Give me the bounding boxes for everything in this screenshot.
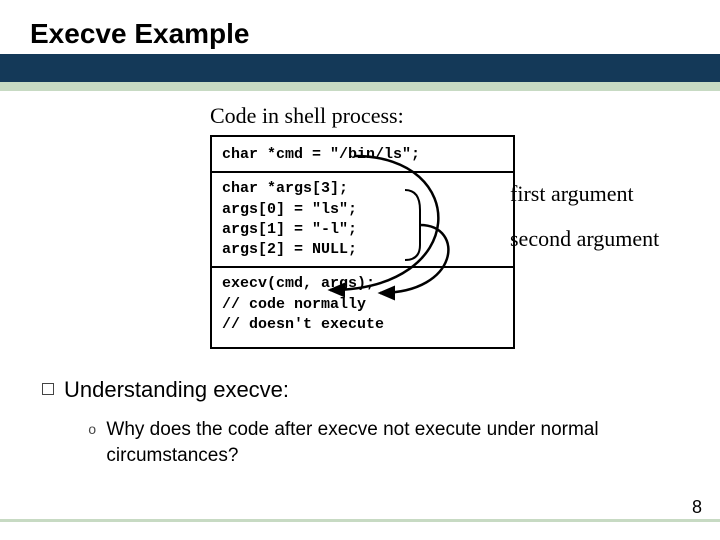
footer-bar [0, 519, 720, 522]
understanding-label: Understanding execve: [64, 377, 289, 403]
header-bar-light [0, 82, 720, 91]
codebox-wrap: char *cmd = "/bin/ls"; char *args[3]; ar… [210, 135, 515, 349]
title-area: Execve Example [0, 0, 720, 54]
slide-title: Execve Example [30, 18, 720, 50]
code-separator-2 [212, 266, 513, 268]
page-number: 8 [692, 497, 702, 518]
code-line-cmd: char *cmd = "/bin/ls"; [222, 145, 503, 165]
sub-question-text: Why does the code after execve not execu… [106, 417, 688, 468]
circle-bullet-icon: o [88, 423, 96, 439]
code-separator-1 [212, 171, 513, 173]
sub-bullet-question: o Why does the code after execve not exe… [88, 417, 688, 468]
slide: Execve Example Code in shell process: ch… [0, 0, 720, 540]
code-block-exec: execv(cmd, args); // code normally // do… [222, 274, 503, 335]
code-caption: Code in shell process: [210, 103, 690, 129]
code-box: char *cmd = "/bin/ls"; char *args[3]; ar… [210, 135, 515, 349]
header-bar-dark [0, 54, 720, 82]
annotation-second-argument: second argument [510, 226, 659, 252]
square-bullet-icon [42, 383, 54, 395]
code-block-args: char *args[3]; args[0] = "ls"; args[1] =… [222, 179, 503, 260]
annotation-first-argument: first argument [510, 181, 634, 207]
bullet-understanding: Understanding execve: [42, 377, 690, 403]
content-area: Code in shell process: char *cmd = "/bin… [0, 91, 720, 468]
